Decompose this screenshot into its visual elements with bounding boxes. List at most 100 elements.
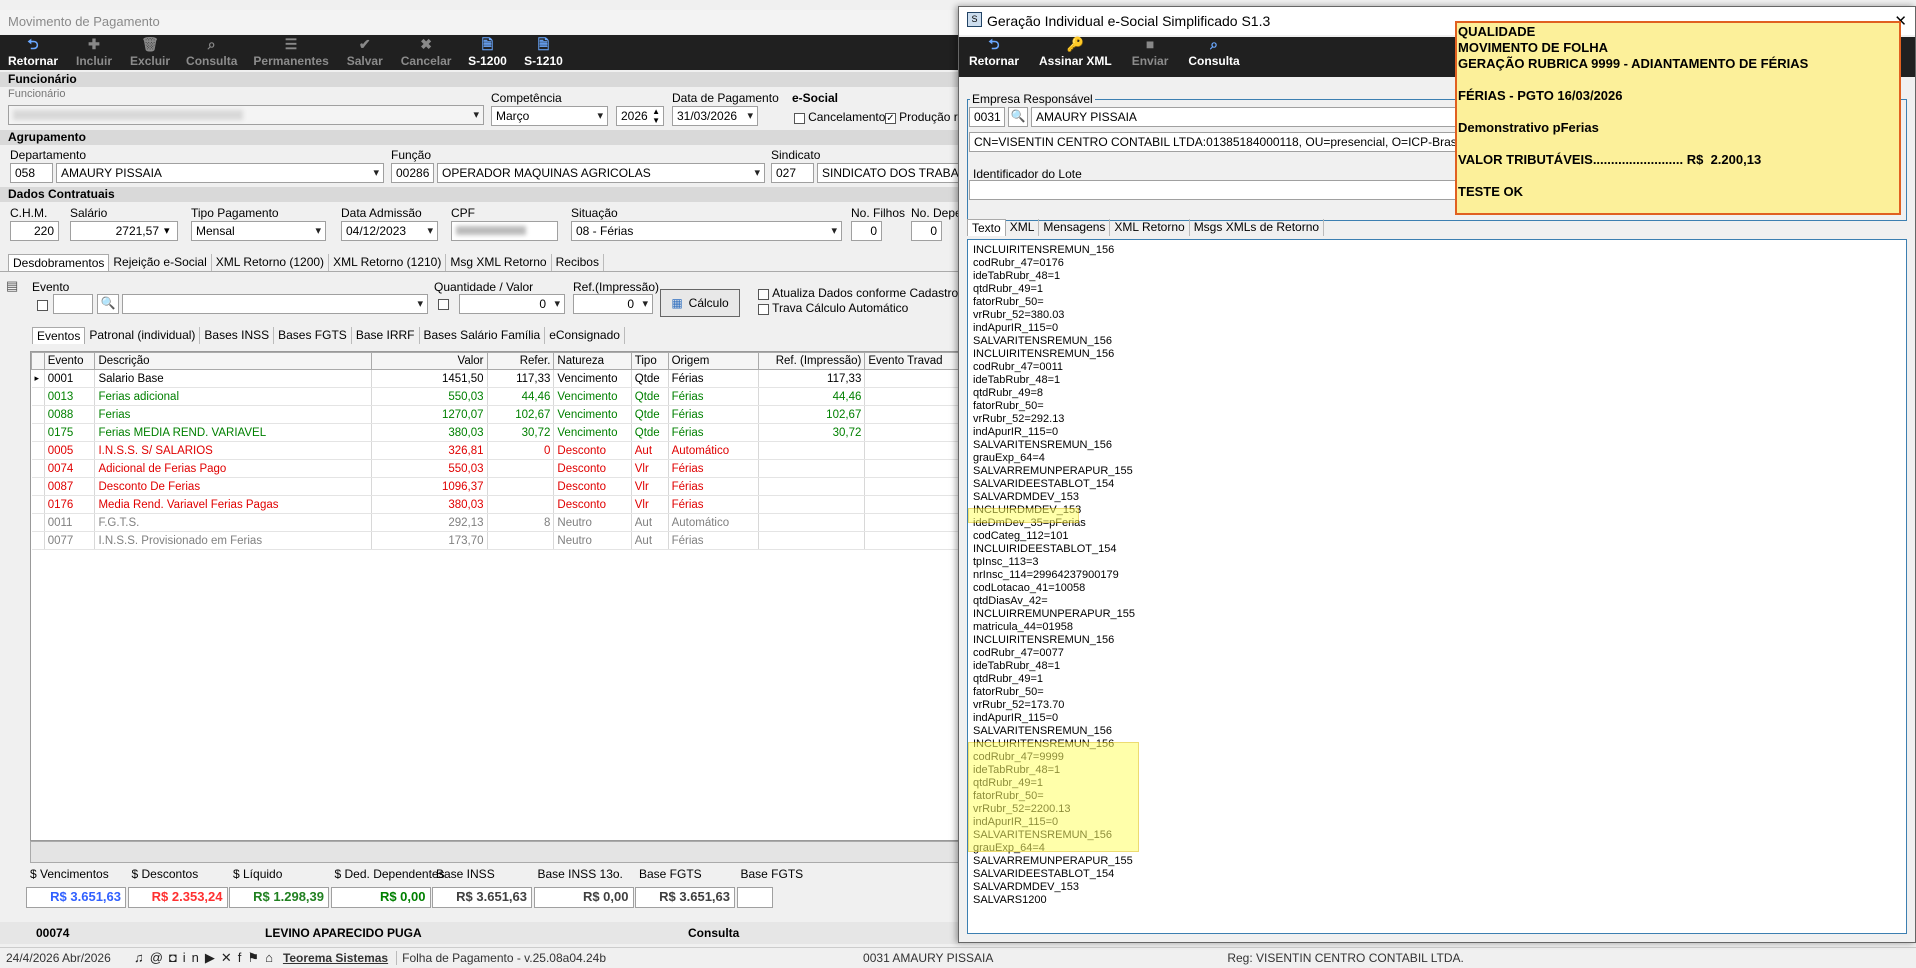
tab-bases-inss[interactable]: Bases INSS — [200, 327, 275, 344]
checkbox-icon[interactable] — [758, 303, 769, 315]
table-row[interactable]: 0175 Ferias MEDIA REND. VARIAVEL 380,03 30,… — [31, 423, 959, 442]
sindicato-select[interactable]: SINDICATO DOS TRABALH — [817, 163, 960, 183]
grid-header-cell[interactable]: Ref. (Impressão) — [757, 352, 866, 370]
grid-header-cell[interactable]: Origem — [667, 352, 759, 370]
grid-header-cell[interactable]: Natureza — [553, 352, 632, 370]
tab-msgs-xmls-de-retorno[interactable]: Msgs XMLs de Retorno — [1190, 219, 1325, 236]
spinner-arrows-icon[interactable]: ▲ ▼ — [652, 107, 660, 125]
grid-scrollbar[interactable] — [30, 841, 960, 863]
assinar-xml-button[interactable]: 🔑 Assinar XML — [1029, 37, 1122, 72]
incluir-button[interactable]: ✚ Incluir — [66, 35, 122, 70]
funcionario-select[interactable] — [8, 105, 484, 125]
situacao-select[interactable]: 08 - Férias — [571, 221, 842, 241]
tab-recibos[interactable]: Recibos — [552, 254, 604, 271]
salario-field[interactable]: 2721,57 — [70, 221, 178, 241]
cancelar-button[interactable]: ✖ Cancelar — [393, 35, 460, 70]
evento-checkbox[interactable] — [37, 299, 48, 311]
atualiza-checkbox[interactable]: Atualiza Dados conforme Cadastro — [758, 286, 958, 300]
table-row[interactable]: 0077 I.N.S.S. Provisionado em Ferias 173,7… — [31, 531, 959, 550]
trava-checkbox[interactable]: Trava Cálculo Automático — [758, 301, 908, 315]
checkbox-icon[interactable] — [37, 299, 48, 311]
social-icons[interactable]: ♫@◘in▶✕f⚑⌂ — [134, 950, 279, 966]
lote-field[interactable] — [969, 180, 1466, 200]
table-row[interactable]: 0005 I.N.S.S. S/ SALARIOS 326,81 0 Desconto A… — [31, 441, 959, 460]
table-row[interactable]: 0013 Ferias adicional 550,03 44,46 Venciment… — [31, 387, 959, 406]
xml-text-area[interactable]: INCLUIRITENSREMUN_156 codRubr_47=0176 ideT… — [967, 239, 1907, 934]
chm-field[interactable]: 220 — [10, 221, 59, 241]
return-icon: ⮌ — [988, 36, 1000, 52]
tab-xml-retorno-1210-[interactable]: XML Retorno (1210) — [329, 254, 447, 271]
teorema-link[interactable]: Teorema Sistemas — [283, 951, 388, 965]
filhos-field[interactable]: 0 — [851, 221, 882, 241]
evento-code-field[interactable] — [53, 294, 93, 314]
data-pagamento-field[interactable]: 31/03/2026 — [672, 106, 758, 126]
salvar-button[interactable]: ✔ Salvar — [337, 35, 393, 70]
search-icon[interactable]: 🔍 — [97, 294, 119, 314]
tab-xml-retorno-1200-[interactable]: XML Retorno (1200) — [212, 254, 330, 271]
cpf-field[interactable] — [451, 221, 558, 241]
sindicato-code-field[interactable]: 027 — [771, 163, 814, 183]
xml-scrollbar[interactable] — [1900, 241, 1906, 933]
tab-desdobramentos[interactable]: Desdobramentos — [8, 254, 110, 271]
empresa-code-field[interactable]: 0031 — [969, 107, 1005, 127]
grid-header-cell[interactable]: Evento Travad — [864, 352, 959, 370]
tab-eventos[interactable]: Eventos — [32, 327, 86, 344]
tab-bases-sal-rio-fam-lia[interactable]: Bases Salário Família — [420, 327, 546, 344]
tab-rejei-o-e-social[interactable]: Rejeição e-Social — [109, 254, 212, 271]
tab-patronal-individual-[interactable]: Patronal (individual) — [85, 327, 201, 344]
retornar-button[interactable]: ⮌ Retornar — [0, 35, 66, 70]
s-1200-button[interactable]: 🗎 S-1200 — [459, 35, 515, 70]
checkbox-icon[interactable] — [758, 288, 769, 300]
table-row[interactable]: ▸ 0001 Salario Base 1451,50 117,33 Vencimento… — [31, 369, 959, 388]
tab-msg-xml-retorno[interactable]: Msg XML Retorno — [446, 254, 552, 271]
cancelamento-checkbox[interactable]: Cancelamento — [794, 110, 885, 124]
quantidade-checkbox[interactable] — [438, 298, 449, 310]
tab-texto[interactable]: Texto — [967, 219, 1006, 236]
tab-xml[interactable]: XML — [1006, 219, 1040, 236]
table-row[interactable]: 0176 Media Rend. Variavel Ferias Pagas 380… — [31, 495, 959, 514]
tipo-pagamento-select[interactable]: Mensal — [191, 221, 326, 241]
competencia-ano-spinner[interactable]: 2026 ▲ ▼ — [616, 106, 664, 126]
departamento-code-field[interactable]: 058 — [10, 163, 53, 183]
competencia-mes-select[interactable]: Março — [491, 106, 608, 126]
checkbox-icon[interactable] — [794, 112, 805, 124]
enviar-button[interactable]: ■ Enviar — [1122, 37, 1179, 72]
consulta-button[interactable]: ⌕ Consulta — [178, 35, 245, 70]
table-row[interactable]: 0011 F.G.T.S. 292,13 8 Neutro Aut Automático — [31, 513, 959, 532]
clipboard-icon[interactable]: ▤ — [6, 278, 20, 294]
checkbox-icon[interactable] — [438, 298, 449, 310]
retornar-button[interactable]: ⮌ Retornar — [959, 37, 1029, 72]
grid-header-cell[interactable]: Valor — [371, 352, 488, 370]
departamento-select[interactable]: AMAURY PISSAIA — [56, 163, 384, 183]
tab-econsignado[interactable]: eConsignado — [545, 327, 625, 344]
grid-header-cell[interactable]: Refer. — [486, 352, 555, 370]
search-icon[interactable]: 🔍 — [1008, 107, 1028, 127]
table-row[interactable]: 0074 Adicional de Ferias Pago 550,03 Descon… — [31, 459, 959, 478]
consulta-button[interactable]: ⌕ Consulta — [1178, 37, 1249, 72]
tab-xml-retorno[interactable]: XML Retorno — [1110, 219, 1190, 236]
s-1210-button[interactable]: 🗎 S-1210 — [515, 35, 571, 70]
table-row[interactable]: 0087 Desconto De Ferias 1096,37 Desconto Vlr… — [31, 477, 959, 496]
tab-mensagens[interactable]: Mensagens — [1039, 219, 1111, 236]
salario-dropdown-icon[interactable]: ▾ — [164, 224, 170, 237]
empresa-select[interactable]: AMAURY PISSAIA — [1031, 107, 1466, 127]
checkbox-checked-icon[interactable]: ✓ — [885, 112, 896, 124]
tab-bases-fgts[interactable]: Bases FGTS — [274, 327, 352, 344]
dependentes-field[interactable]: 0 — [911, 221, 942, 241]
grid-header-cell[interactable]: Evento — [43, 352, 96, 370]
calculo-button[interactable]: ▦ Cálculo — [660, 289, 740, 317]
funcao-select[interactable]: OPERADOR MAQUINAS AGRICOLAS — [437, 163, 765, 183]
certificado-select[interactable]: CN=VISENTIN CENTRO CONTABIL LTDA:0138518… — [969, 132, 1466, 152]
data-admissao-field[interactable]: 04/12/2023 — [341, 221, 438, 241]
permanentes-button[interactable]: ☰ Permanentes — [245, 35, 336, 70]
funcao-code-field[interactable]: 00286 — [391, 163, 434, 183]
grid-header-cell[interactable]: Tipo — [630, 352, 669, 370]
evento-select[interactable] — [122, 294, 428, 314]
quantidade-field[interactable]: 0 — [459, 294, 565, 314]
excluir-button[interactable]: 🗑 Excluir — [122, 35, 178, 70]
table-row[interactable]: 0088 Ferias 1270,07 102,67 Vencimento Qtde Fér… — [31, 405, 959, 424]
ref-impressao-field[interactable]: 0 — [573, 294, 653, 314]
tab-base-irrf[interactable]: Base IRRF — [352, 327, 420, 344]
producao-checkbox[interactable]: ✓ Produção re — [885, 110, 964, 124]
grid-header-cell[interactable]: Descrição — [94, 352, 373, 370]
